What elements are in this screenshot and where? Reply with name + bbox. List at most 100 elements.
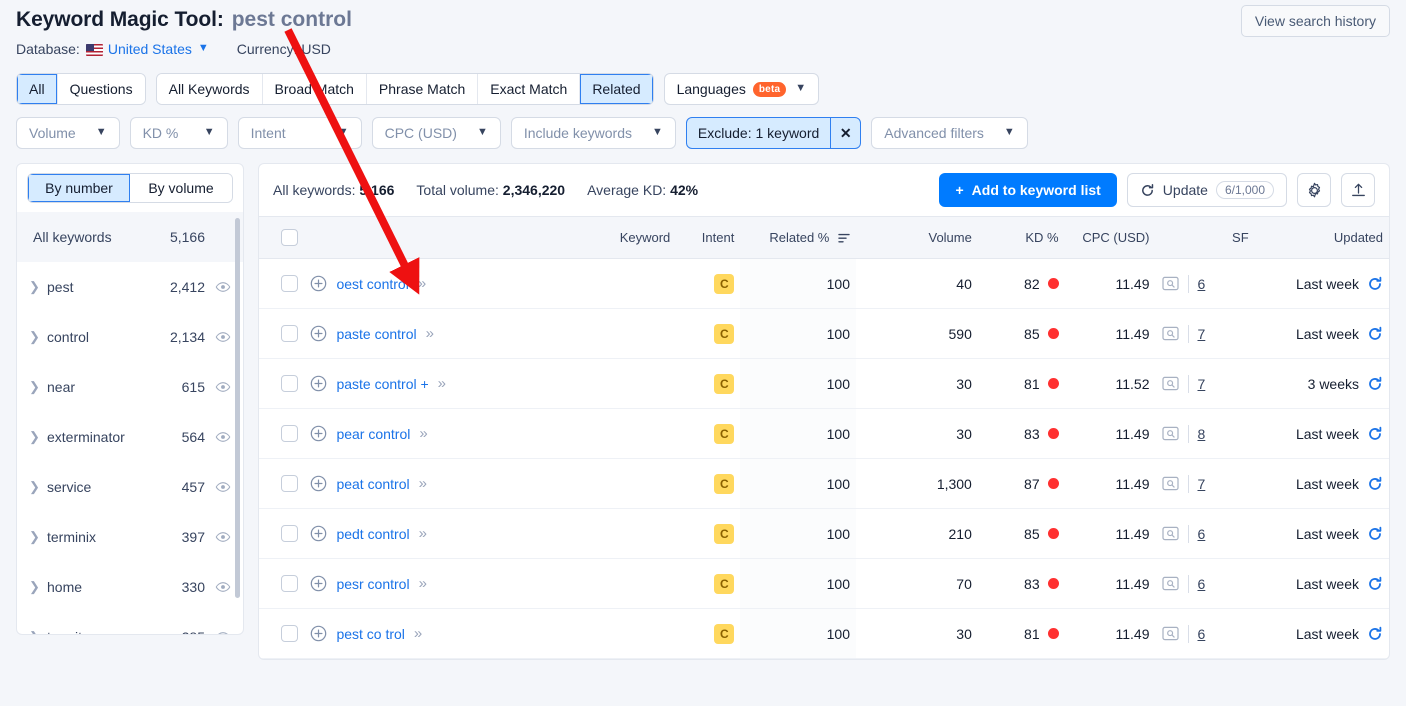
languages-dropdown[interactable]: Languages beta ▼ (663, 73, 820, 105)
chevron-right-icon[interactable]: ❯ (29, 279, 47, 295)
chevron-right-icon[interactable]: ❯ (29, 479, 47, 495)
refresh-row-icon[interactable] (1367, 626, 1383, 642)
table-row[interactable]: pedt control » C 100 210 85 11.49 6 Last week (259, 508, 1389, 559)
add-keyword-icon[interactable] (310, 475, 327, 492)
sf-count-link[interactable]: 6 (1198, 626, 1206, 642)
sf-count-link[interactable]: 7 (1198, 326, 1206, 342)
table-row[interactable]: pesr control » C 100 70 83 11.49 6 Last week (259, 558, 1389, 609)
database-selector[interactable]: United States (108, 41, 192, 57)
keyword-link[interactable]: paste control (336, 326, 416, 342)
include-keywords-filter[interactable]: Include keywords ▼ (510, 117, 676, 149)
row-checkbox[interactable] (281, 325, 299, 343)
refresh-row-icon[interactable] (1367, 426, 1383, 442)
intent-badge[interactable]: C (714, 423, 735, 444)
sf-count-link[interactable]: 8 (1198, 426, 1206, 442)
sf-count-link[interactable]: 7 (1198, 476, 1206, 492)
advanced-filters[interactable]: Advanced filters ▼ (871, 117, 1028, 149)
keyword-link[interactable]: pesr control (336, 576, 409, 592)
keyword-link[interactable]: pedt control (336, 526, 409, 542)
add-keyword-icon[interactable] (310, 575, 327, 592)
intent-badge[interactable]: C (714, 373, 735, 394)
serp-features-icon[interactable] (1161, 476, 1179, 491)
header-select-all[interactable] (259, 216, 305, 259)
row-select-cell[interactable] (259, 508, 305, 559)
refresh-row-icon[interactable] (1367, 326, 1383, 342)
toggle-by-volume[interactable]: By volume (130, 174, 232, 202)
keyword-expand-icon[interactable]: » (426, 325, 434, 342)
eye-icon[interactable] (215, 479, 231, 495)
chevron-right-icon[interactable]: ❯ (29, 629, 47, 634)
header-sf[interactable]: SF (1155, 216, 1255, 259)
sidebar-item-near[interactable]: ❯ near 615 (17, 362, 243, 412)
sidebar-item-all-keywords[interactable]: All keywords 5,166 (17, 212, 243, 262)
serp-features-icon[interactable] (1161, 626, 1179, 641)
tab-all[interactable]: All (17, 74, 58, 104)
keyword-link[interactable]: oest control (336, 276, 408, 292)
refresh-row-icon[interactable] (1367, 376, 1383, 392)
cpc-filter[interactable]: CPC (USD) ▼ (371, 117, 501, 149)
eye-icon[interactable] (215, 279, 231, 295)
header-volume[interactable]: Volume (855, 216, 978, 259)
sidebar-item-exterminator[interactable]: ❯ exterminator 564 (17, 412, 243, 462)
sidebar-item-termite[interactable]: ❯termite285 (17, 612, 243, 635)
sidebar-item-pest[interactable]: ❯ pest 2,412 (17, 262, 243, 312)
row-checkbox[interactable] (281, 275, 299, 293)
export-button[interactable] (1341, 173, 1375, 207)
keyword-expand-icon[interactable]: » (419, 425, 427, 442)
tab-phrase-match[interactable]: Phrase Match (366, 74, 479, 104)
table-row[interactable]: oest control » C 100 40 82 11.49 6 Last week (259, 258, 1389, 309)
row-checkbox[interactable] (281, 625, 299, 643)
tab-all-keywords[interactable]: All Keywords (156, 74, 263, 104)
add-to-keyword-list-button[interactable]: + Add to keyword list (939, 173, 1117, 207)
add-keyword-icon[interactable] (310, 525, 327, 542)
add-keyword-icon[interactable] (310, 325, 327, 342)
serp-features-icon[interactable] (1161, 276, 1179, 291)
close-icon[interactable]: ✕ (830, 118, 860, 148)
sidebar-item-control[interactable]: ❯ control 2,134 (17, 312, 243, 362)
serp-features-icon[interactable] (1161, 576, 1179, 591)
sidebar-item-home[interactable]: ❯ home 330 (17, 562, 243, 612)
row-checkbox[interactable] (281, 425, 299, 443)
eye-icon[interactable] (215, 579, 231, 595)
header-intent[interactable]: Intent (676, 216, 741, 259)
row-select-cell[interactable] (259, 308, 305, 359)
table-row[interactable]: peat control » C 100 1,300 87 11.49 7 Last week (259, 458, 1389, 509)
serp-features-icon[interactable] (1161, 526, 1179, 541)
keyword-link[interactable]: pear control (336, 426, 410, 442)
row-select-cell[interactable] (259, 258, 305, 309)
intent-badge[interactable]: C (714, 573, 735, 594)
row-checkbox[interactable] (281, 475, 299, 493)
header-keyword[interactable]: Keyword (304, 216, 677, 259)
sf-count-link[interactable]: 6 (1198, 526, 1206, 542)
keyword-expand-icon[interactable]: » (418, 275, 426, 292)
keyword-expand-icon[interactable]: » (414, 625, 422, 642)
table-row[interactable]: pest co trol » C 100 30 81 11.49 6 Last week (259, 608, 1389, 659)
eye-icon[interactable] (215, 629, 231, 635)
add-keyword-icon[interactable] (310, 375, 327, 392)
update-button[interactable]: Update 6/1,000 (1126, 173, 1287, 207)
sidebar-item-service[interactable]: ❯ service 457 (17, 462, 243, 512)
chevron-right-icon[interactable]: ❯ (29, 579, 47, 595)
refresh-row-icon[interactable] (1367, 526, 1383, 542)
chevron-right-icon[interactable]: ❯ (29, 329, 47, 345)
intent-badge[interactable]: C (714, 473, 735, 494)
settings-button[interactable] (1297, 173, 1331, 207)
sidebar-item-terminix[interactable]: ❯ terminix 397 (17, 512, 243, 562)
serp-features-icon[interactable] (1161, 376, 1179, 391)
tab-related[interactable]: Related (580, 74, 653, 104)
header-kd[interactable]: KD % (977, 216, 1065, 259)
header-related[interactable]: Related % (740, 216, 856, 259)
toggle-by-number[interactable]: By number (28, 174, 130, 202)
volume-filter[interactable]: Volume ▼ (16, 117, 120, 149)
sf-count-link[interactable]: 6 (1198, 576, 1206, 592)
keyword-expand-icon[interactable]: » (419, 525, 427, 542)
intent-badge[interactable]: C (714, 323, 735, 344)
chevron-right-icon[interactable]: ❯ (29, 529, 47, 545)
intent-filter[interactable]: Intent ▼ (237, 117, 362, 149)
keyword-expand-icon[interactable]: » (419, 475, 427, 492)
tab-broad-match[interactable]: Broad Match (262, 74, 367, 104)
row-select-cell[interactable] (259, 608, 305, 659)
sf-count-link[interactable]: 7 (1198, 376, 1206, 392)
exclude-keywords-chip[interactable]: Exclude: 1 keyword ✕ (685, 117, 862, 149)
chevron-down-icon[interactable]: ▼ (198, 42, 209, 54)
